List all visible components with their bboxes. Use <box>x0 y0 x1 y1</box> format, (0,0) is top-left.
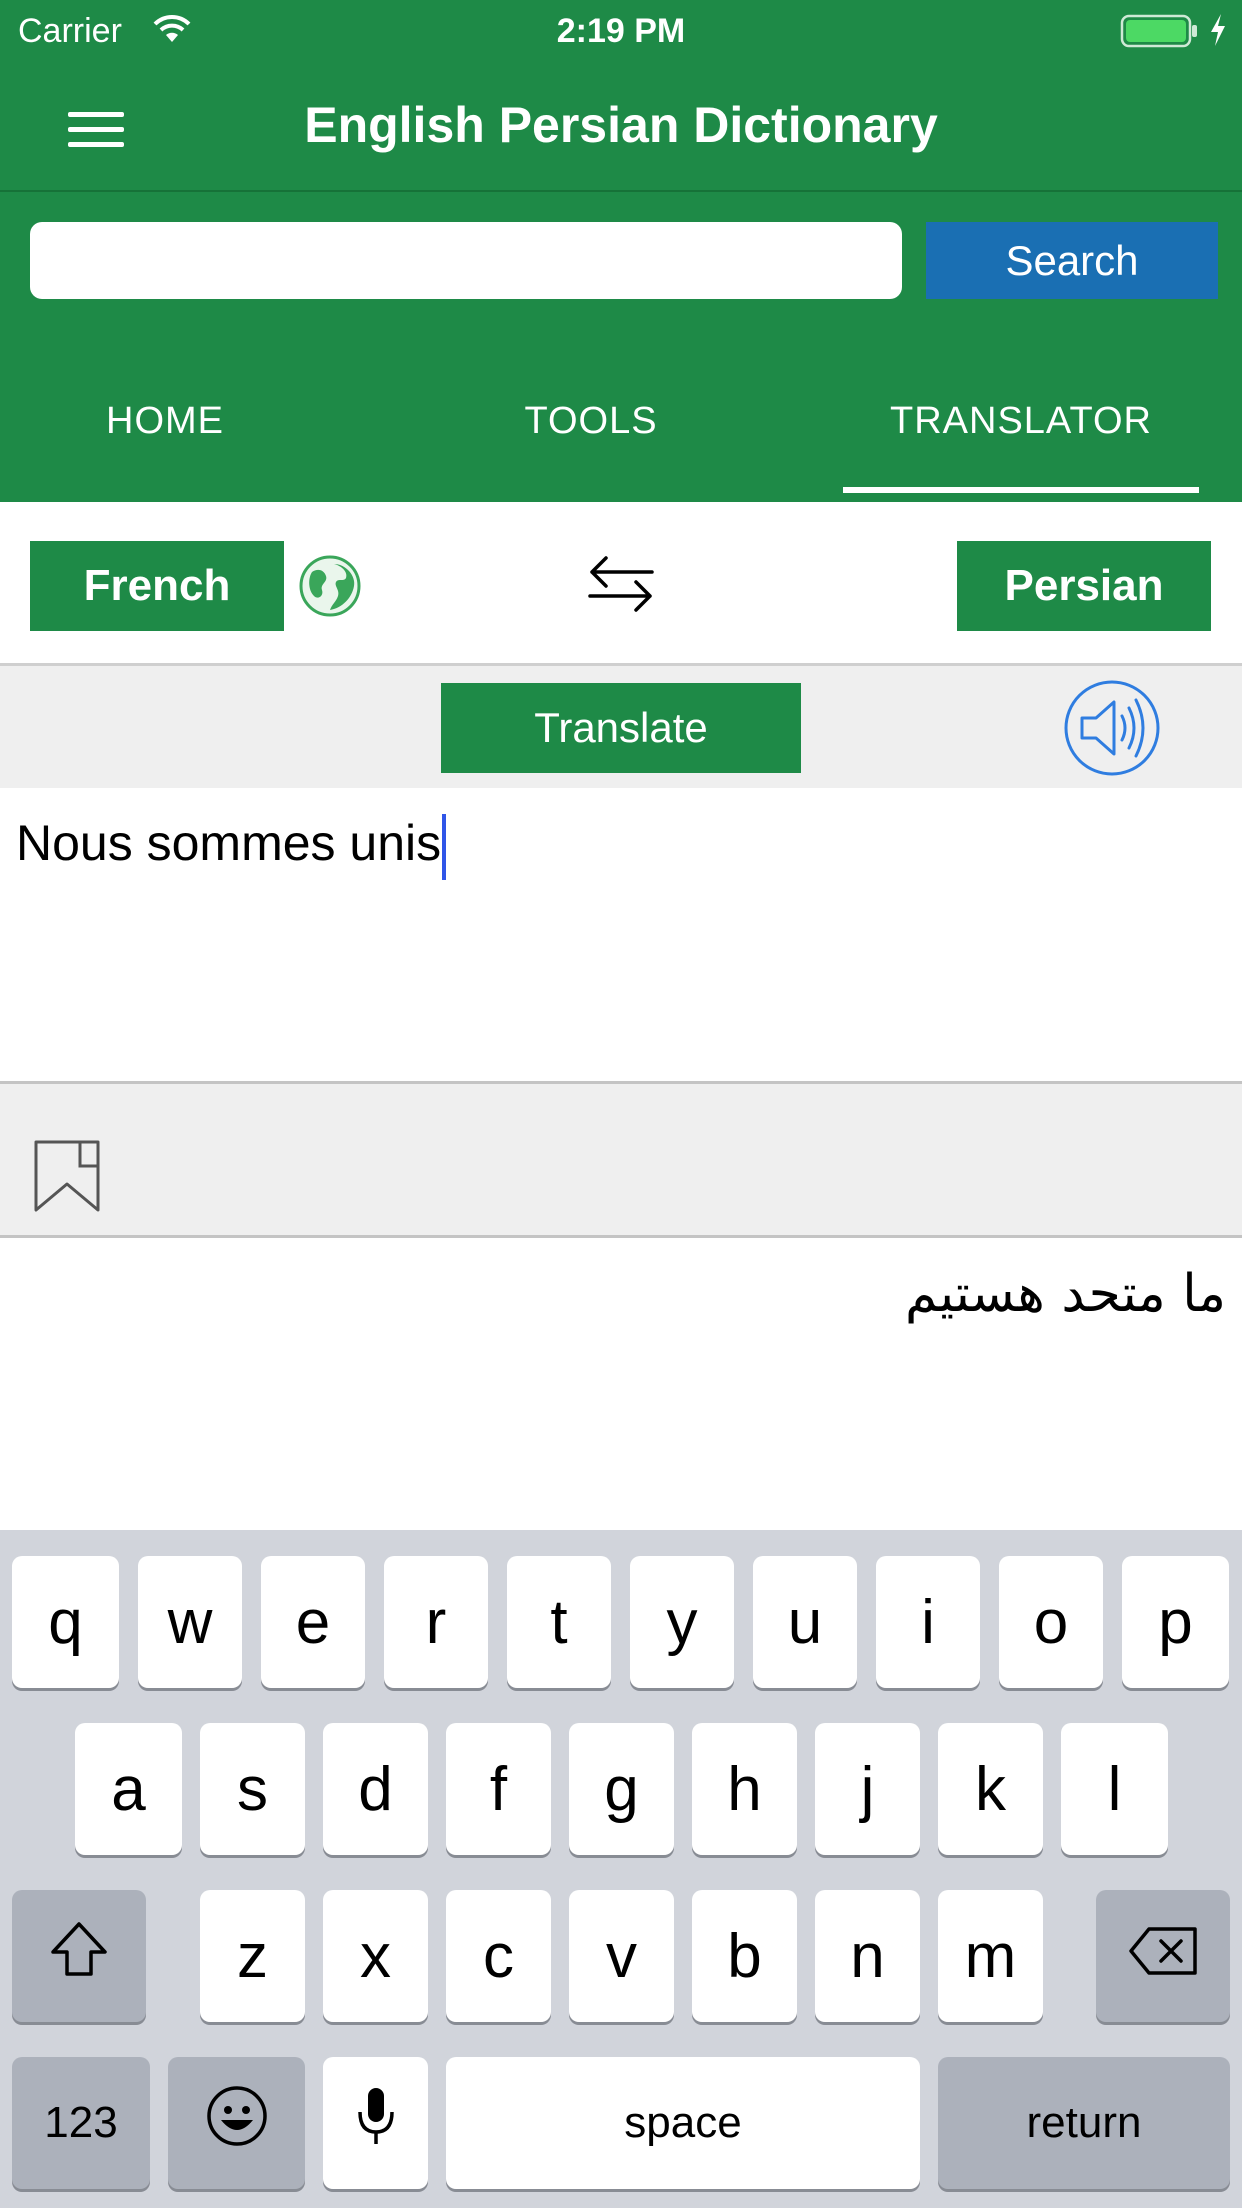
translate-action-row: Translate <box>0 666 1242 788</box>
key-w[interactable]: w <box>138 1556 242 1688</box>
text-caret <box>442 814 447 880</box>
status-bar: Carrier 2:19 PM <box>0 0 1242 62</box>
bookmark-row <box>0 1084 1242 1238</box>
key-u[interactable]: u <box>753 1556 857 1688</box>
key-c[interactable]: c <box>446 1890 551 2022</box>
key-m[interactable]: m <box>938 1890 1043 2022</box>
key-z[interactable]: z <box>200 1890 305 2022</box>
key-n[interactable]: n <box>815 1890 920 2022</box>
key-k[interactable]: k <box>938 1723 1043 1855</box>
nav-bar: English Persian Dictionary <box>0 62 1242 192</box>
tab-tools[interactable]: TOOLS <box>436 400 746 443</box>
app-header: Carrier 2:19 PM English Persian Dictiona… <box>0 0 1242 502</box>
source-text: Nous sommes unis <box>16 815 442 872</box>
key-v[interactable]: v <box>569 1890 674 2022</box>
source-text-input[interactable]: Nous sommes unis <box>0 788 1242 1084</box>
key-j[interactable]: j <box>815 1723 920 1855</box>
key-e[interactable]: e <box>261 1556 365 1688</box>
bookmark-icon[interactable] <box>32 1138 102 1219</box>
speaker-icon[interactable] <box>1062 678 1162 783</box>
shift-icon <box>49 1920 109 1993</box>
key-p[interactable]: p <box>1122 1556 1229 1688</box>
key-s[interactable]: s <box>200 1723 305 1855</box>
key-t[interactable]: t <box>507 1556 611 1688</box>
key-r[interactable]: r <box>384 1556 488 1688</box>
key-y[interactable]: y <box>630 1556 734 1688</box>
on-screen-keyboard: q w e r t y u i o p a s d f g h j k l z … <box>0 1530 1242 2208</box>
charging-icon <box>1208 12 1228 57</box>
page-title: English Persian Dictionary <box>304 97 938 153</box>
key-l[interactable]: l <box>1061 1723 1168 1855</box>
language-selector-row: French Persian <box>0 502 1242 666</box>
target-language-button[interactable]: Persian <box>957 541 1211 631</box>
space-key[interactable]: space <box>446 2057 920 2189</box>
search-button[interactable]: Search <box>926 222 1218 299</box>
numbers-key[interactable]: 123 <box>12 2057 150 2189</box>
key-g[interactable]: g <box>569 1723 674 1855</box>
emoji-icon <box>205 2084 269 2163</box>
search-input[interactable] <box>30 222 902 299</box>
key-q[interactable]: q <box>12 1556 119 1688</box>
key-x[interactable]: x <box>323 1890 428 2022</box>
translation-result: ما متحد هستیم <box>0 1238 1242 1530</box>
key-b[interactable]: b <box>692 1890 797 2022</box>
dictation-key[interactable] <box>323 2057 428 2189</box>
key-a[interactable]: a <box>75 1723 182 1855</box>
key-o[interactable]: o <box>999 1556 1103 1688</box>
status-time: 2:19 PM <box>556 12 686 50</box>
shift-key[interactable] <box>12 1890 146 2022</box>
battery-icon <box>1120 14 1200 57</box>
backspace-icon <box>1127 1921 1199 1992</box>
delete-key[interactable] <box>1096 1890 1230 2022</box>
key-f[interactable]: f <box>446 1723 551 1855</box>
tab-translator[interactable]: TRANSLATOR <box>843 400 1199 443</box>
tab-home[interactable]: HOME <box>0 400 330 443</box>
return-key[interactable]: return <box>938 2057 1230 2189</box>
source-language-button[interactable]: French <box>30 541 284 631</box>
key-d[interactable]: d <box>323 1723 428 1855</box>
result-text: ما متحد هستیم <box>905 1264 1226 1324</box>
emoji-key[interactable] <box>168 2057 305 2189</box>
globe-icon[interactable] <box>298 554 362 623</box>
key-i[interactable]: i <box>876 1556 980 1688</box>
translate-button[interactable]: Translate <box>441 683 801 773</box>
active-tab-indicator <box>843 487 1199 493</box>
microphone-icon <box>356 2084 396 2163</box>
swap-arrows-icon[interactable] <box>586 550 656 623</box>
key-h[interactable]: h <box>692 1723 797 1855</box>
